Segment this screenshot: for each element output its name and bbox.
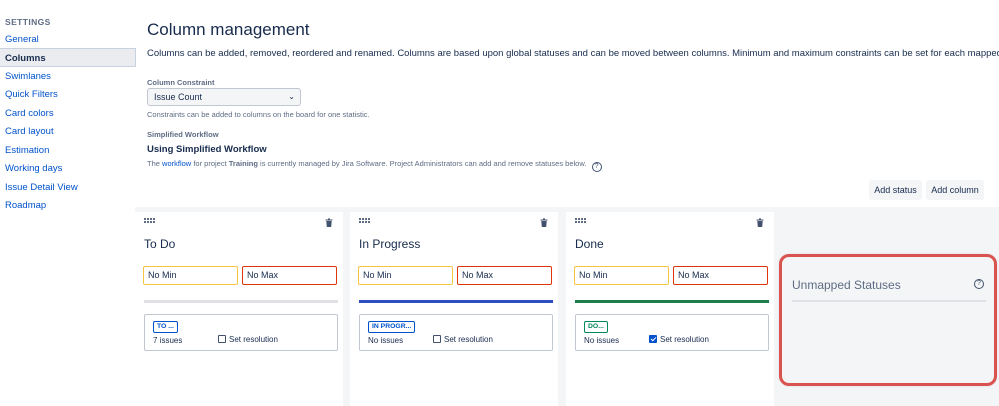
issue-count: No issues (368, 336, 404, 345)
sidebar-item-issue-detail-view[interactable]: Issue Detail View (0, 178, 136, 197)
question-circle-icon[interactable]: ? (591, 162, 602, 172)
drag-dot (365, 221, 367, 223)
status-lozenge: TO ... (153, 321, 178, 333)
drag-dot (150, 221, 152, 223)
trash-icon[interactable] (325, 218, 333, 227)
unmapped-statuses-title: Unmapped Statuses (792, 278, 901, 292)
drag-dot (362, 221, 364, 223)
min-input[interactable]: No Min (574, 266, 669, 285)
drag-dot (147, 218, 149, 220)
column-color-bar (144, 300, 338, 303)
page-description: Columns can be added, removed, reordered… (147, 48, 999, 59)
project-name: Training (228, 159, 258, 168)
drag-dot (368, 218, 370, 220)
column-to-do[interactable]: To Do No Min No Max TO ... 7 issues Set … (135, 212, 343, 406)
max-input[interactable]: No Max (457, 266, 552, 285)
simplified-workflow-label: Simplified Workflow (147, 130, 219, 139)
sidebar-item-columns[interactable]: Columns (0, 48, 136, 67)
drag-dot (144, 218, 146, 220)
settings-sidebar: SETTINGS General Columns Swimlanes Quick… (0, 0, 136, 406)
drag-handle-icon[interactable] (575, 218, 587, 225)
workflow-description: The workflow for project Training is cur… (147, 159, 602, 172)
drag-dot (578, 221, 580, 223)
sidebar-item-swimlanes[interactable]: Swimlanes (0, 67, 136, 86)
workflow-title: Using Simplified Workflow (147, 144, 267, 155)
drag-dot (575, 221, 577, 223)
checkbox-icon[interactable] (218, 335, 226, 343)
drag-dot (359, 218, 361, 220)
issue-count: 7 issues (153, 336, 183, 345)
min-input[interactable]: No Min (143, 266, 238, 285)
drag-dot (368, 221, 370, 223)
min-input[interactable]: No Min (358, 266, 453, 285)
sidebar-heading: SETTINGS (5, 17, 51, 27)
column-done[interactable]: Done No Min No Max DO... No issues Set r… (566, 212, 774, 406)
drag-dot (578, 218, 580, 220)
set-resolution-checkbox[interactable]: Set resolution (649, 335, 709, 344)
constraint-help-text: Constraints can be added to columns on t… (147, 110, 370, 119)
drag-handle-icon[interactable] (359, 218, 371, 225)
column-name[interactable]: In Progress (359, 237, 420, 251)
trash-icon[interactable] (756, 218, 764, 227)
unmapped-statuses-panel: Unmapped Statuses ? (779, 254, 997, 386)
status-lozenge: DO... (584, 321, 608, 333)
status-card[interactable]: IN PROGR... No issues Set resolution (359, 314, 553, 351)
drag-dot (144, 221, 146, 223)
column-name[interactable]: To Do (144, 237, 175, 251)
chevron-down-icon: ⌄ (288, 92, 295, 101)
drag-dot (359, 221, 361, 223)
trash-icon[interactable] (540, 218, 548, 227)
page-title: Column management (147, 20, 310, 39)
status-lozenge: IN PROGR... (368, 321, 416, 333)
drag-dot (584, 218, 586, 220)
status-card[interactable]: TO ... 7 issues Set resolution (144, 314, 338, 351)
drag-dot (153, 221, 155, 223)
sidebar-item-card-layout[interactable]: Card layout (0, 122, 136, 141)
drag-dot (575, 218, 577, 220)
workflow-link[interactable]: workflow (162, 159, 191, 168)
sidebar-item-quick-filters[interactable]: Quick Filters (0, 85, 136, 104)
column-constraint-label: Column Constraint (147, 78, 215, 87)
drag-dot (147, 221, 149, 223)
sidebar-item-general[interactable]: General (0, 30, 136, 49)
drag-dot (584, 221, 586, 223)
status-card[interactable]: DO... No issues Set resolution (575, 314, 769, 351)
max-input[interactable]: No Max (673, 266, 768, 285)
drag-dot (153, 218, 155, 220)
set-resolution-checkbox[interactable]: Set resolution (218, 335, 278, 344)
sidebar-item-card-colors[interactable]: Card colors (0, 104, 136, 123)
checkbox-icon[interactable] (433, 335, 441, 343)
sidebar-item-roadmap[interactable]: Roadmap (0, 196, 136, 215)
column-name[interactable]: Done (575, 237, 604, 251)
drag-handle-icon[interactable] (144, 218, 156, 225)
sidebar-item-working-days[interactable]: Working days (0, 159, 136, 178)
drag-dot (150, 218, 152, 220)
checkbox-icon[interactable] (649, 335, 657, 343)
drag-dot (581, 221, 583, 223)
sidebar-item-estimation[interactable]: Estimation (0, 141, 136, 160)
column-color-bar (359, 300, 553, 303)
add-column-button[interactable]: Add column (926, 180, 984, 200)
drag-dot (581, 218, 583, 220)
question-circle-icon[interactable]: ? (974, 279, 984, 289)
unmapped-divider (792, 300, 986, 302)
max-input[interactable]: No Max (242, 266, 337, 285)
drag-dot (365, 218, 367, 220)
column-constraint-value: Issue Count (154, 92, 203, 102)
column-constraint-select[interactable]: Issue Count ⌄ (147, 88, 301, 106)
column-in-progress[interactable]: In Progress No Min No Max IN PROGR... No… (350, 212, 558, 406)
drag-dot (362, 218, 364, 220)
issue-count: No issues (584, 336, 620, 345)
column-color-bar (575, 300, 769, 303)
set-resolution-checkbox[interactable]: Set resolution (433, 335, 493, 344)
add-status-button[interactable]: Add status (869, 180, 922, 200)
